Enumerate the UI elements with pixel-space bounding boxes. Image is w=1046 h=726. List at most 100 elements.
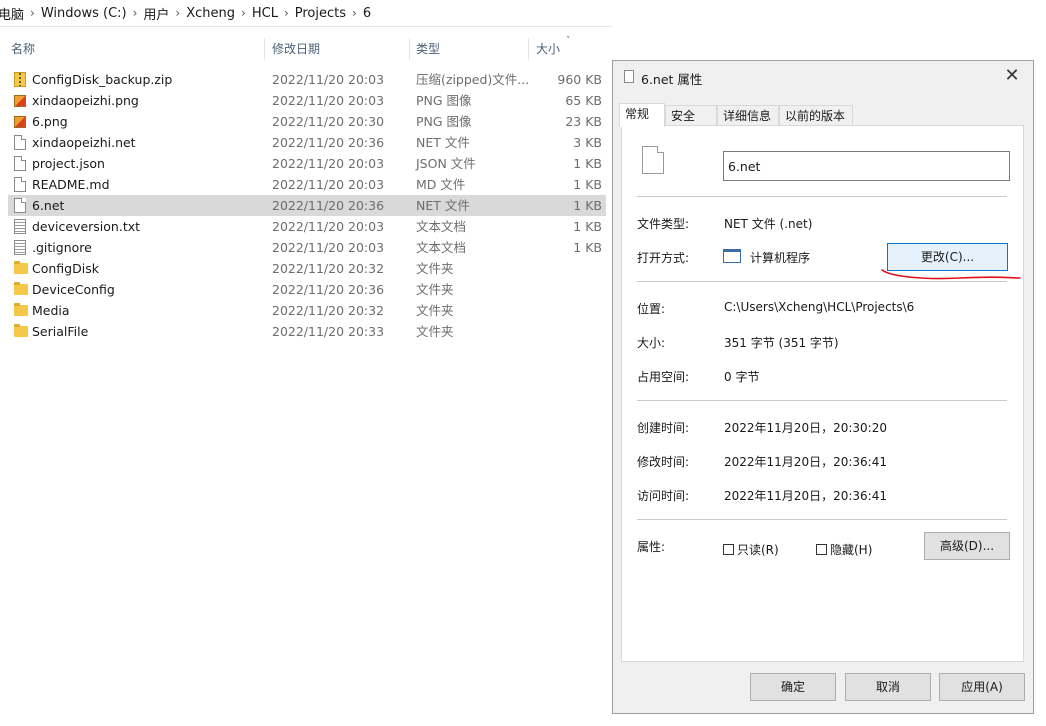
file-date: 2022/11/20 20:03 [272,72,385,87]
column-header-name[interactable]: 名称 [11,36,35,62]
folder-row[interactable]: Media 2022/11/20 20:32 文件夹 [8,300,606,321]
file-name: 6.net [32,198,65,213]
file-type: 文本文档 [416,240,467,255]
file-type: NET 文件 [416,198,470,213]
divider [637,519,1007,520]
breadcrumb[interactable]: 电脑 › Windows (C:) › 用户 › Xcheng › HCL › … [0,0,612,27]
file-icon [624,70,634,83]
file-name: .gitignore [32,240,92,255]
filename-input[interactable] [723,151,1010,181]
chevron-right-icon: › [283,6,289,20]
file-size: 1 KB [573,156,602,171]
breadcrumb-item[interactable]: HCL [248,6,282,21]
folder-icon [14,324,28,337]
file-name: Media [32,303,70,318]
file-date: 2022/11/20 20:03 [272,240,385,255]
hidden-label: 隐藏(H) [830,543,873,557]
apply-button[interactable]: 应用(A) [939,673,1025,701]
dialog-title: 6.net 属性 [641,72,703,87]
file-row[interactable]: .gitignore 2022/11/20 20:03 文本文档 1 KB [8,237,606,258]
folder-row[interactable]: DeviceConfig 2022/11/20 20:36 文件夹 [8,279,606,300]
file-size: 65 KB [565,93,602,108]
chevron-right-icon: › [132,6,138,20]
folder-row[interactable]: SerialFile 2022/11/20 20:33 文件夹 [8,321,606,342]
attributes-label: 属性: [637,540,666,554]
advanced-button[interactable]: 高级(D)... [924,532,1010,560]
hidden-checkbox[interactable]: 隐藏(H) [816,541,872,558]
file-name: README.md [32,177,110,192]
file-row[interactable]: xindaopeizhi.png 2022/11/20 20:03 PNG 图像… [8,90,606,111]
file-row-selected[interactable]: 6.net 2022/11/20 20:36 NET 文件 1 KB [8,195,606,216]
file-size: 23 KB [565,114,602,129]
file-row[interactable]: 6.png 2022/11/20 20:30 PNG 图像 23 KB [8,111,606,132]
file-type-label: 文件类型: [637,217,690,231]
file-date: 2022/11/20 20:03 [272,156,385,171]
breadcrumb-item[interactable]: 用户 [139,4,173,23]
file-row[interactable]: ConfigDisk_backup.zip 2022/11/20 20:03 压… [8,69,606,90]
breadcrumb-item[interactable]: Projects [291,6,350,21]
file-date: 2022/11/20 20:36 [272,198,385,213]
location-label: 位置: [637,302,666,316]
file-name: ConfigDisk_backup.zip [32,72,173,87]
file-size: 1 KB [573,240,602,255]
file-size: 1 KB [573,198,602,213]
file-row[interactable]: xindaopeizhi.net 2022/11/20 20:36 NET 文件… [8,132,606,153]
folder-icon [14,303,28,316]
breadcrumb-item[interactable]: 电脑 [0,4,28,23]
file-name: deviceversion.txt [32,219,141,234]
size-on-disk-value: 0 字节 [724,370,760,384]
file-type: 文件夹 [416,303,454,318]
file-date: 2022/11/20 20:32 [272,261,385,276]
tab-details[interactable]: 详细信息 [717,105,779,125]
tab-previous-versions[interactable]: 以前的版本 [779,105,853,125]
file-row[interactable]: README.md 2022/11/20 20:03 MD 文件 1 KB [8,174,606,195]
column-header-size[interactable]: 大小 [536,36,560,62]
column-divider[interactable] [409,38,410,60]
file-icon [14,156,26,171]
column-header-type[interactable]: 类型 [416,36,440,62]
file-type: PNG 图像 [416,93,472,108]
modified-label: 修改时间: [637,455,690,469]
file-size: 3 KB [573,135,602,150]
file-size: 1 KB [573,177,602,192]
cancel-button[interactable]: 取消 [845,673,931,701]
ok-button[interactable]: 确定 [750,673,836,701]
accessed-label: 访问时间: [637,489,690,503]
breadcrumb-item[interactable]: Windows (C:) [37,6,131,21]
text-file-icon [14,240,26,255]
readonly-checkbox[interactable]: 只读(R) [723,541,779,558]
checkbox-box[interactable] [816,544,827,555]
opens-with-label: 打开方式: [637,251,690,265]
file-type: PNG 图像 [416,114,472,129]
chevron-right-icon: › [352,6,357,20]
file-date: 2022/11/20 20:03 [272,93,385,108]
file-name: xindaopeizhi.net [32,135,136,150]
column-divider[interactable] [528,38,529,60]
tab-security[interactable]: 安全 [665,105,717,125]
file-type: JSON 文件 [416,156,476,171]
file-type: 文件夹 [416,324,454,339]
file-row[interactable]: deviceversion.txt 2022/11/20 20:03 文本文档 … [8,216,606,237]
file-type-value: NET 文件 (.net) [724,217,813,231]
application-icon [723,249,741,263]
chevron-right-icon: › [30,6,35,20]
file-type: NET 文件 [416,135,470,150]
column-divider[interactable] [264,38,265,60]
folder-row[interactable]: ConfigDisk 2022/11/20 20:32 文件夹 [8,258,606,279]
file-row[interactable]: project.json 2022/11/20 20:03 JSON 文件 1 … [8,153,606,174]
size-on-disk-label: 占用空间: [637,370,690,384]
chevron-right-icon: › [241,6,246,20]
close-icon[interactable]: ✕ [999,65,1025,87]
column-header-date[interactable]: 修改日期 [272,36,320,62]
file-date: 2022/11/20 20:03 [272,219,385,234]
breadcrumb-item[interactable]: Xcheng [182,6,239,21]
file-type: 压缩(zipped)文件... [416,72,530,87]
file-icon [14,177,26,192]
checkbox-box[interactable] [723,544,734,555]
breadcrumb-item[interactable]: 6 [359,6,375,21]
folder-icon [14,282,28,295]
tab-general[interactable]: 常规 [619,103,665,127]
file-icon [642,146,664,174]
file-date: 2022/11/20 20:32 [272,303,385,318]
file-date: 2022/11/20 20:03 [272,177,385,192]
